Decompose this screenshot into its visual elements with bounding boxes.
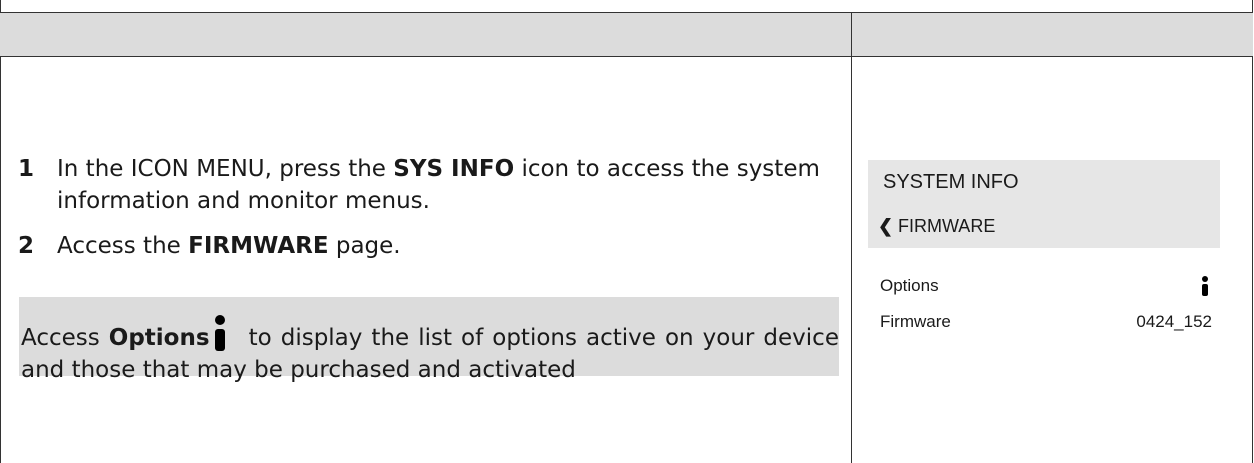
step-text: Access the FIRMWARE page. <box>57 230 847 262</box>
step-text-part: In the ICON MENU, press the <box>57 156 394 182</box>
step-keyword: FIRMWARE <box>188 233 329 259</box>
info-icon[interactable] <box>1202 276 1208 296</box>
options-row[interactable]: Options <box>868 268 1220 304</box>
back-button[interactable]: ❮ FIRMWARE <box>868 204 1220 248</box>
step-number: 1 <box>18 156 35 182</box>
column-divider <box>851 12 852 463</box>
step-number: 2 <box>18 233 35 259</box>
firmware-row: Firmware 0424_152 <box>868 304 1220 340</box>
row-label: Firmware <box>880 312 951 331</box>
device-screen: SYSTEM INFO ❮ FIRMWARE Options Firmware 0… <box>868 160 1220 340</box>
screen-title: SYSTEM INFO <box>868 160 1220 204</box>
step-text-part: page. <box>328 233 401 259</box>
row-value: 0424_152 <box>1136 312 1212 331</box>
step-keyword: SYS INFO <box>393 156 515 182</box>
note-text-part: Access <box>21 325 109 351</box>
table-header-row <box>0 12 1253 57</box>
note-box: Access Options to display the list of op… <box>19 297 839 383</box>
step-text-part: Access the <box>57 233 189 259</box>
step-text: In the ICON MENU, press the SYS INFO ico… <box>57 153 847 217</box>
row-label: Options <box>880 276 939 295</box>
info-icon <box>214 315 226 351</box>
chevron-left-icon: ❮ <box>878 216 894 236</box>
note-keyword: Options <box>108 325 210 351</box>
back-label: FIRMWARE <box>898 216 996 236</box>
